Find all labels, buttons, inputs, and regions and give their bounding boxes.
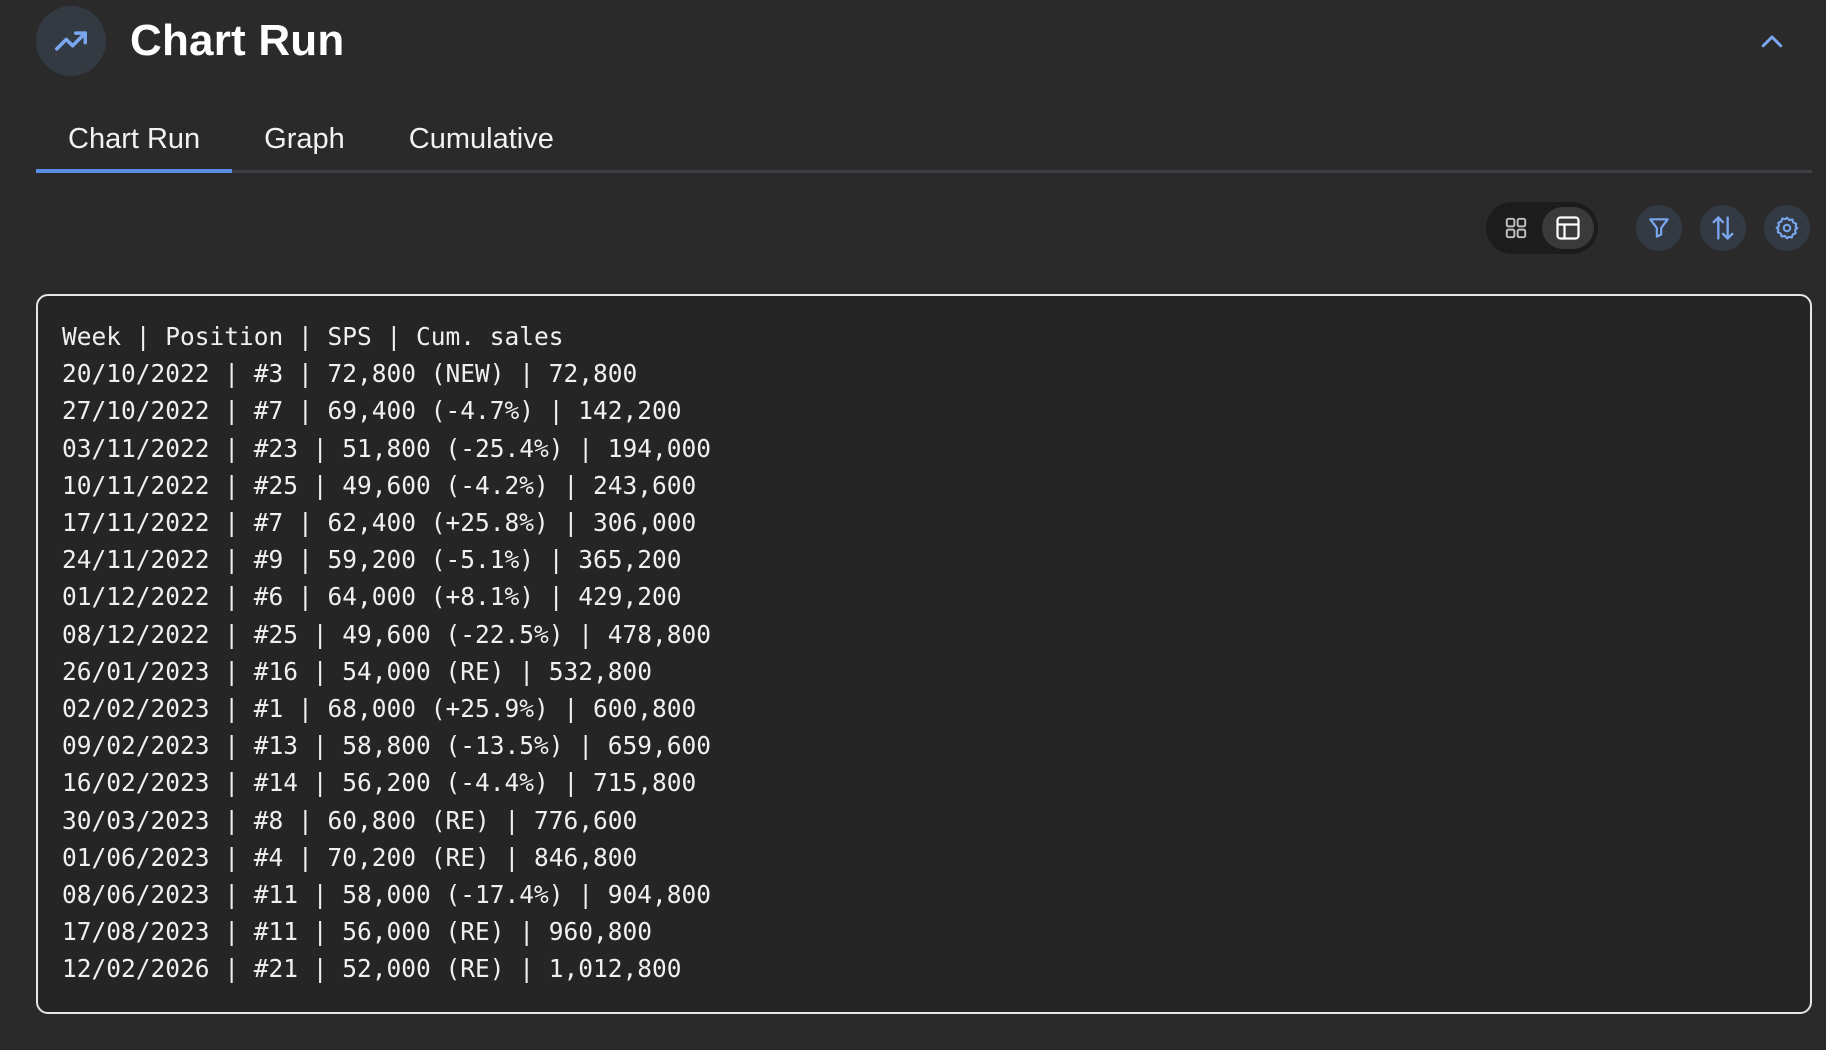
toolbar <box>1486 202 1810 254</box>
output-line: 01/12/2022 | #6 | 64,000 (+8.1%) | 429,2… <box>62 582 682 612</box>
output-line: 02/02/2023 | #1 | 68,000 (+25.9%) | 600,… <box>62 694 697 724</box>
output-line: 12/02/2026 | #21 | 52,000 (RE) | 1,012,8… <box>62 954 682 984</box>
output-line: 24/11/2022 | #9 | 59,200 (-5.1%) | 365,2… <box>62 545 682 575</box>
filter-button[interactable] <box>1636 205 1682 251</box>
output-line: 17/08/2023 | #11 | 56,000 (RE) | 960,800 <box>62 917 653 947</box>
grid-view-button[interactable] <box>1490 207 1542 249</box>
view-toggle <box>1486 202 1598 254</box>
output-line: 27/10/2022 | #7 | 69,400 (-4.7%) | 142,2… <box>62 396 682 426</box>
page-title: Chart Run <box>130 16 345 65</box>
output-line: 01/06/2023 | #4 | 70,200 (RE) | 846,800 <box>62 842 638 872</box>
chart-run-text-output[interactable]: Week | Position | SPS | Cum. sales 20/10… <box>36 294 1812 1014</box>
settings-button[interactable] <box>1764 205 1810 251</box>
output-header-line: Week | Position | SPS | Cum. sales <box>62 322 564 351</box>
tab-chart-run[interactable]: Chart Run <box>36 108 233 173</box>
collapse-button[interactable] <box>1754 24 1790 60</box>
output-line: 20/10/2022 | #3 | 72,800 (NEW) | 72,800 <box>62 359 638 389</box>
output-line: 08/06/2023 | #11 | 58,000 (-17.4%) | 904… <box>62 880 712 910</box>
settings-gear-icon <box>1775 216 1799 240</box>
tab-label: Cumulative <box>408 122 554 155</box>
tab-graph[interactable]: Graph <box>232 108 377 170</box>
tab-cumulative[interactable]: Cumulative <box>377 108 586 170</box>
sort-icon <box>1712 216 1734 240</box>
table-view-button[interactable] <box>1542 207 1594 249</box>
output-line: 30/03/2023 | #8 | 60,800 (RE) | 776,600 <box>62 805 638 835</box>
output-line: 03/11/2022 | #23 | 51,800 (-25.4%) | 194… <box>62 433 712 463</box>
chevron-up-icon <box>1761 35 1783 48</box>
output-line: 08/12/2022 | #25 | 49,600 (-22.5%) | 478… <box>62 619 712 649</box>
sort-button[interactable] <box>1700 205 1746 251</box>
grid-view-icon <box>1505 217 1527 239</box>
output-line: 09/02/2023 | #13 | 58,800 (-13.5%) | 659… <box>62 731 712 761</box>
output-line: 10/11/2022 | #25 | 49,600 (-4.2%) | 243,… <box>62 470 697 500</box>
trending-up-icon <box>36 6 106 76</box>
output-line: 16/02/2023 | #14 | 56,200 (-4.4%) | 715,… <box>62 768 697 798</box>
panel-header: Chart Run <box>36 6 1790 76</box>
chart-run-panel: Chart Run Chart Run Graph Cumulative Wee… <box>0 0 1826 1050</box>
filter-icon <box>1649 218 1669 238</box>
tab-bar: Chart Run Graph Cumulative <box>36 108 1812 173</box>
table-view-icon <box>1556 216 1580 240</box>
tab-label: Graph <box>264 122 345 155</box>
output-line: 26/01/2023 | #16 | 54,000 (RE) | 532,800 <box>62 656 653 686</box>
output-line: 17/11/2022 | #7 | 62,400 (+25.8%) | 306,… <box>62 508 697 538</box>
tab-label: Chart Run <box>68 122 201 155</box>
